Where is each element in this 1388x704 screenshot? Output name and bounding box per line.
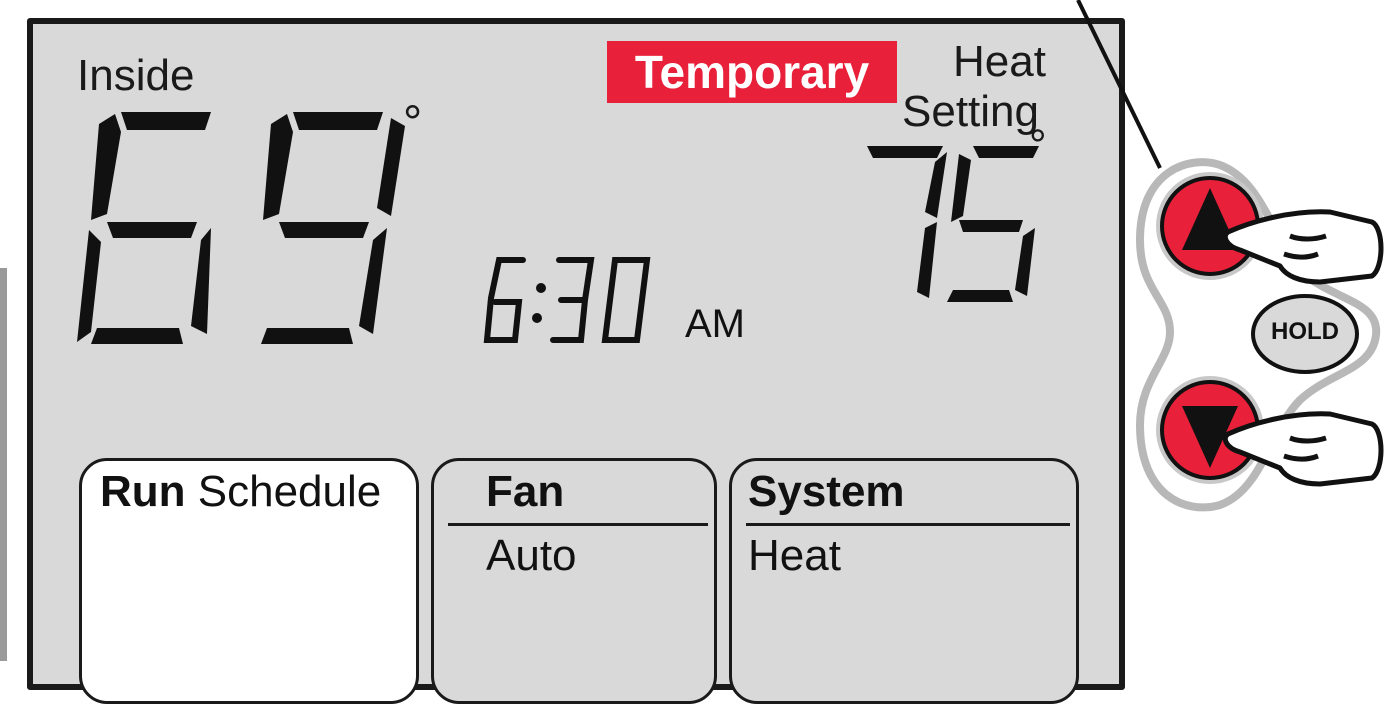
fan-divider (448, 523, 708, 526)
thermostat-lcd-screen: Inside ° AM Temporary Heat Setting ° Run… (27, 18, 1125, 704)
run-schedule-card[interactable]: Run Schedule (79, 458, 419, 704)
left-edge-rule (0, 268, 7, 661)
fan-card[interactable]: Fan Auto (431, 458, 717, 704)
hold-button-label[interactable]: HOLD (1258, 318, 1352, 346)
fan-value: Auto (486, 531, 577, 580)
temperature-up-button[interactable] (1156, 172, 1264, 280)
system-value: Heat (748, 531, 841, 580)
clock-time-readout (483, 257, 651, 343)
system-card[interactable]: System Heat (729, 458, 1079, 704)
inside-temperature-readout (77, 112, 405, 344)
run-schedule-label: Run Schedule (100, 467, 382, 516)
inside-label: Inside (77, 51, 195, 100)
inside-degree-symbol: ° (403, 97, 423, 150)
heat-label: Heat (953, 37, 1046, 86)
setting-label: Setting (902, 87, 1039, 136)
set-degree-symbol: ° (1029, 121, 1047, 170)
system-divider (746, 523, 1070, 526)
system-title: System (748, 467, 905, 516)
fan-title: Fan (486, 467, 565, 516)
temperature-down-button[interactable] (1156, 376, 1264, 484)
am-indicator: AM (685, 302, 745, 346)
set-temperature-readout (867, 146, 1039, 302)
temporary-badge: Temporary (607, 41, 897, 103)
